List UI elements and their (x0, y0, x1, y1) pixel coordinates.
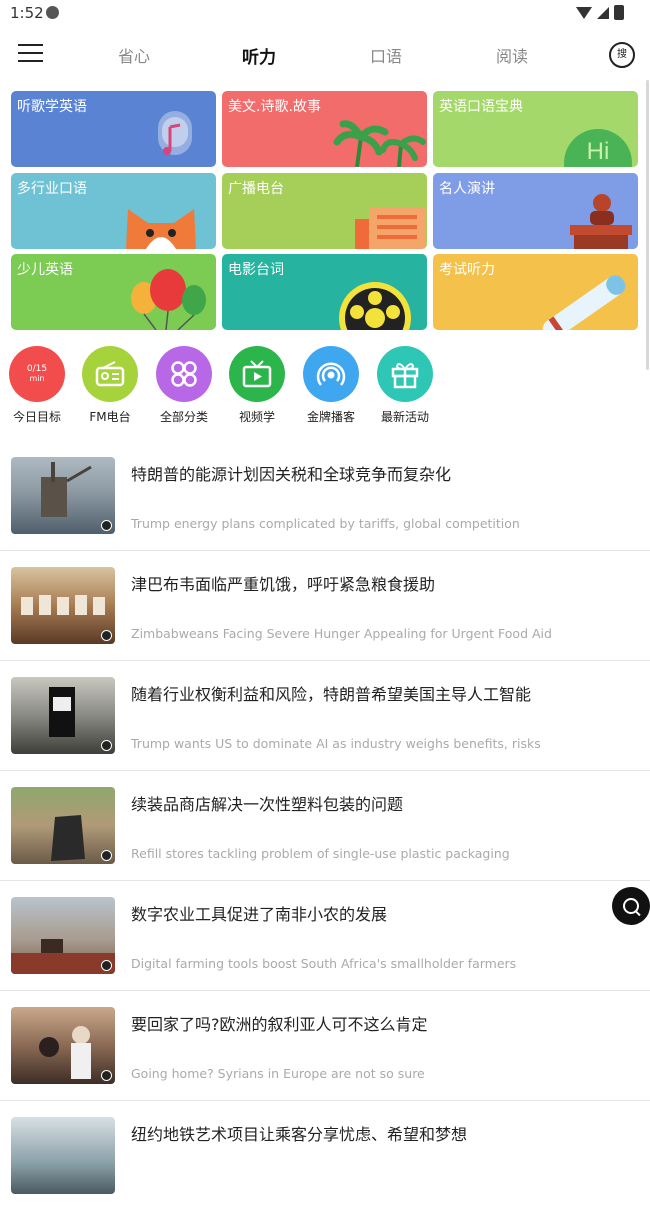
news-title: 津巴布韦面临严重饥饿，呼吁紧急粮食援助 (131, 575, 436, 594)
category-prose-poetry[interactable]: 美文.诗歌.故事 (222, 91, 427, 167)
battery-icon (614, 5, 624, 20)
news-thumbnail (11, 1007, 115, 1084)
tv-icon (229, 346, 285, 402)
top-nav: 省心 听力 口语 阅读 搜 (0, 30, 650, 76)
shortcut-label: 最新活动 (380, 410, 429, 424)
category-songs[interactable]: 听歌学英语 (11, 91, 216, 167)
scrollbar[interactable] (646, 80, 649, 370)
shortcut-label: 视频学 (238, 410, 275, 424)
tab-listening[interactable]: 听力 (219, 43, 299, 68)
news-subtitle: Digital farming tools boost South Africa… (131, 956, 517, 971)
category-label: 美文.诗歌.故事 (228, 99, 321, 115)
news-item[interactable]: 特朗普的能源计划因关税和全球竞争而复杂化 Trump energy plans … (0, 441, 650, 551)
tab-reading[interactable]: 阅读 (472, 43, 552, 67)
category-radio[interactable]: 广播电台 (222, 173, 427, 249)
globe-icon (46, 6, 59, 19)
status-time: 1:52 (10, 4, 44, 22)
balloons-icon (131, 269, 206, 330)
search-icon (623, 898, 639, 914)
tab-speaking[interactable]: 口语 (346, 43, 426, 67)
news-thumbnail (11, 897, 115, 974)
shortcut-fm-radio[interactable]: FM电台 (73, 346, 147, 425)
shortcut-label: 全部分类 (159, 410, 208, 424)
shortcut-daily-goal[interactable]: 0/15 min 今日目标 (0, 346, 74, 425)
category-industry-speaking[interactable]: 多行业口语 (11, 173, 216, 249)
news-item[interactable]: 数字农业工具促进了南非小农的发展 Digital farming tools b… (0, 881, 650, 991)
news-thumbnail (11, 567, 115, 644)
goal-unit: min (29, 374, 45, 383)
hi-bubble-icon: Hi (564, 129, 632, 167)
news-subtitle: Trump energy plans complicated by tariff… (131, 516, 520, 531)
wifi-icon (576, 6, 592, 19)
news-thumbnail (11, 787, 115, 864)
news-subtitle: Trump wants US to dominate AI as industr… (131, 736, 541, 751)
news-title: 随着行业权衡利益和风险，特朗普希望美国主导人工智能 (131, 685, 532, 704)
shortcut-label: 金牌播客 (306, 410, 355, 424)
category-famous-speeches[interactable]: 名人演讲 (433, 173, 638, 249)
category-movie-lines[interactable]: 电影台词 (222, 254, 427, 330)
news-thumbnail (11, 1117, 115, 1194)
radio-icon (82, 346, 138, 402)
menu-icon[interactable] (18, 44, 43, 64)
goal-progress: 0/15 (26, 364, 48, 374)
status-icons (576, 5, 624, 20)
news-item[interactable]: 纽约地铁艺术项目让乘客分享忧虑、希望和梦想 (0, 1101, 650, 1210)
shortcut-label: FM电台 (89, 410, 131, 424)
status-bar: 1:52 (0, 0, 650, 28)
news-subtitle: Zimbabweans Facing Severe Hunger Appeali… (131, 626, 552, 641)
daily-goal-circle: 0/15 min (9, 346, 65, 402)
news-title: 特朗普的能源计划因关税和全球竞争而复杂化 (131, 465, 452, 484)
category-label: 多行业口语 (17, 181, 87, 197)
news-thumbnail (11, 457, 115, 534)
category-label: 英语口语宝典 (439, 99, 523, 115)
news-title: 续装品商店解决一次性塑料包装的问题 (131, 795, 404, 814)
svg-text:Hi: Hi (587, 138, 610, 165)
shortcut-label: 今日目标 (12, 410, 61, 424)
palm-tree-icon (333, 120, 426, 167)
podium-icon (570, 194, 632, 249)
news-item[interactable]: 津巴布韦面临严重饥饿，呼吁紧急粮食援助 Zimbabweans Facing S… (0, 551, 650, 661)
news-title: 数字农业工具促进了南非小农的发展 (131, 905, 388, 924)
news-title: 纽约地铁艺术项目让乘客分享忧虑、希望和梦想 (131, 1125, 468, 1144)
news-item[interactable]: 随着行业权衡利益和风险，特朗普希望美国主导人工智能 Trump wants US… (0, 661, 650, 771)
category-label: 听歌学英语 (17, 99, 87, 115)
news-item[interactable]: 续装品商店解决一次性塑料包装的问题 Refill stores tackling… (0, 771, 650, 881)
film-reel-icon (339, 282, 411, 330)
gift-icon (377, 346, 433, 402)
shortcut-video[interactable]: 视频学 (220, 346, 294, 425)
shortcut-all-categories[interactable]: 全部分类 (147, 346, 221, 425)
podcast-icon (303, 346, 359, 402)
news-thumbnail (11, 677, 115, 754)
grid-icon (156, 346, 212, 402)
category-kids-english[interactable]: 少儿英语 (11, 254, 216, 330)
microphone-icon (158, 111, 192, 155)
floating-search-button[interactable] (612, 887, 650, 925)
newspaper-icon (355, 207, 425, 249)
category-label: 少儿英语 (17, 262, 73, 278)
diploma-icon (542, 275, 626, 330)
shortcut-row: 0/15 min 今日目标 FM电台 全部分类 视频学 金牌播客 最新活动 (0, 346, 650, 430)
search-icon[interactable]: 搜 (609, 42, 635, 68)
shortcut-podcast[interactable]: 金牌播客 (294, 346, 368, 425)
news-title: 要回家了吗?欧洲的叙利亚人可不这么肯定 (131, 1015, 428, 1034)
signal-icon (597, 6, 609, 19)
category-label: 考试听力 (439, 262, 495, 278)
news-subtitle: Going home? Syrians in Europe are not so… (131, 1066, 425, 1081)
category-label: 名人演讲 (439, 181, 495, 197)
category-label: 广播电台 (228, 181, 284, 197)
category-label: 电影台词 (228, 262, 284, 278)
shortcut-latest-events[interactable]: 最新活动 (368, 346, 442, 425)
category-speaking-book[interactable]: 英语口语宝典 Hi (433, 91, 638, 167)
category-exam-listening[interactable]: 考试听力 (433, 254, 638, 330)
news-subtitle: Refill stores tackling problem of single… (131, 846, 510, 861)
news-item[interactable]: 要回家了吗?欧洲的叙利亚人可不这么肯定 Going home? Syrians … (0, 991, 650, 1101)
tab-worry-free[interactable]: 省心 (94, 43, 174, 67)
fox-icon (126, 209, 196, 249)
